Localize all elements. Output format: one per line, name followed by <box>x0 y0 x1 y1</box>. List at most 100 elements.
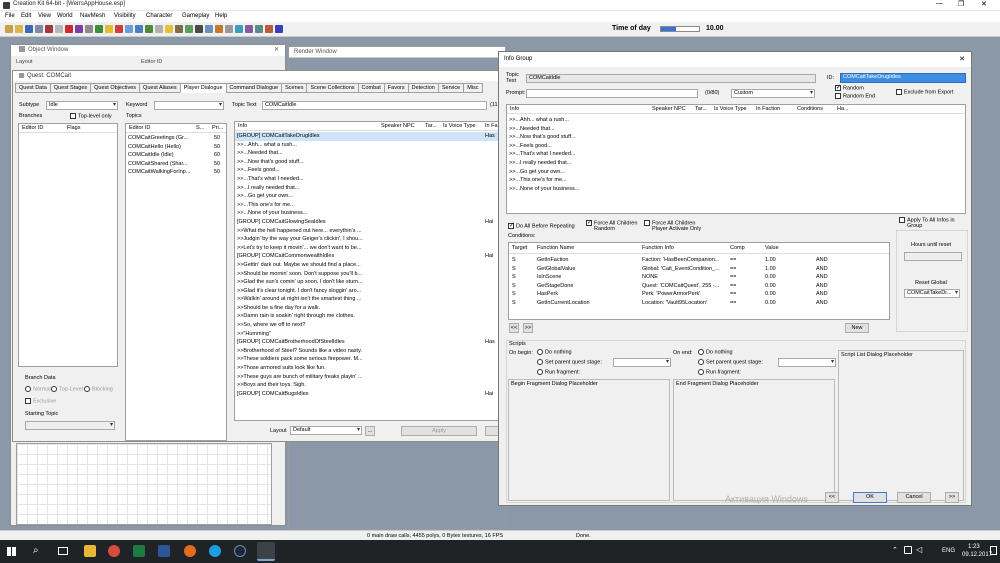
branch-blocking-radio[interactable]: Blocking <box>84 386 113 392</box>
condition-row[interactable]: S GetStageDone Quest: 'COMCaitQuest', 255 … <box>509 282 889 291</box>
layout-select[interactable]: Default <box>290 426 362 435</box>
menu-gameplay[interactable]: Gameplay <box>182 11 209 22</box>
clock-time[interactable]: 1:23 <box>968 544 980 550</box>
ig-info-row[interactable]: >>...Ahh... what a rush... <box>507 116 965 125</box>
info-row[interactable]: >>Let's try to keep it movin'... we don'… <box>235 244 499 253</box>
ig-next-info-button[interactable]: >> <box>945 492 959 503</box>
render-icon[interactable] <box>205 25 213 33</box>
info-row[interactable]: [GROUP] COMCaitBrotherhoodOfSteelIdles Ha… <box>235 338 499 347</box>
cond-prev-button[interactable]: << <box>509 323 519 333</box>
begin-stage-select[interactable] <box>613 358 671 367</box>
info-row[interactable]: [GROUP] COMCaitBugsIdles Hai <box>235 390 499 399</box>
branches-col-editor-id[interactable]: Editor ID <box>22 124 43 133</box>
link-icon[interactable] <box>95 25 103 33</box>
condition-row[interactable]: S GetGlobalValue Global: 'Cait_EventCondit… <box>509 265 889 274</box>
ig-random-checkbox[interactable]: ✓ Random <box>835 85 864 91</box>
info-row[interactable]: >>These guys are bunch of military freak… <box>235 373 499 382</box>
language-indicator[interactable]: ENG <box>942 548 955 554</box>
task-view-icon[interactable] <box>58 547 68 555</box>
branches-list[interactable]: Editor ID Flags <box>18 123 118 367</box>
maximize-icon[interactable]: ❐ <box>958 0 964 8</box>
info-row[interactable]: >>Those armored suits look like fun. <box>235 364 499 373</box>
topic-text-input[interactable]: COMCaitIdle <box>262 101 487 110</box>
save-icon[interactable] <box>25 25 33 33</box>
branch-normal-radio[interactable]: Normal <box>25 386 51 392</box>
tab-service[interactable]: Service <box>437 83 465 93</box>
menu-view[interactable]: View <box>38 11 51 22</box>
object-window-close-icon[interactable]: ✕ <box>274 45 279 56</box>
close-icon[interactable]: ✕ <box>981 0 987 8</box>
script-icon[interactable] <box>215 25 223 33</box>
ig-col-conditions[interactable]: Conditions <box>797 105 823 114</box>
menu-file[interactable]: File <box>5 11 15 22</box>
cond-col-function-info[interactable]: Function Info <box>642 243 674 254</box>
tab-quest-objectives[interactable]: Quest Objectives <box>90 83 141 93</box>
info-row[interactable]: >>Brotherhood of Steel? Sounds like a vi… <box>235 347 499 356</box>
cond-new-button[interactable]: New <box>845 323 869 333</box>
menu-world[interactable]: World <box>57 11 73 22</box>
tree-icon[interactable] <box>145 25 153 33</box>
ig-info-row[interactable]: >>...This one's for me... <box>507 176 965 185</box>
info-row[interactable]: >>...Go get your own... <box>235 192 499 201</box>
ig-info-row[interactable]: >>...I really needed that... <box>507 159 965 168</box>
tab-favors[interactable]: Favors <box>383 83 409 93</box>
tab-scenes[interactable]: Scenes <box>281 83 308 93</box>
ig-info-row[interactable]: >>...Go get your own... <box>507 168 965 177</box>
animation-icon[interactable] <box>275 25 283 33</box>
info-row[interactable]: >>Judgin' by the way your Geiger's click… <box>235 235 499 244</box>
info-row[interactable]: >>...None of your business... <box>235 209 499 218</box>
camera-icon[interactable] <box>195 25 203 33</box>
ig-info-row[interactable]: >>...Feels good... <box>507 142 965 151</box>
grid-icon[interactable] <box>65 25 73 33</box>
tab-scene-collections[interactable]: Scene Collections <box>306 83 359 93</box>
ig-apply-all-checkbox[interactable]: Apply To All Infos in Group <box>899 217 955 229</box>
rotate-icon[interactable] <box>85 25 93 33</box>
cond-col-function-name[interactable]: Function Name <box>537 243 574 254</box>
chrome-icon[interactable] <box>108 545 120 557</box>
cond-col-value[interactable]: Value <box>765 243 779 254</box>
tab-quest-aliases[interactable]: Quest Aliases <box>139 83 181 93</box>
skype-icon[interactable] <box>209 545 221 557</box>
condition-row[interactable]: S IsInScene NONE == 0.00 AND <box>509 273 889 282</box>
ig-prev-info-button[interactable]: << <box>825 492 839 503</box>
info-col-target[interactable]: Tar... <box>425 122 437 131</box>
menu-help[interactable]: Help <box>215 11 227 22</box>
minimize-icon[interactable]: — <box>936 0 943 7</box>
ig-id-input[interactable]: COMCaitTakeDrugIdles <box>840 73 966 83</box>
notifications-icon[interactable] <box>990 546 997 555</box>
ig-col-target[interactable]: Tar... <box>695 105 707 114</box>
topic-row[interactable]: COMCaitIdle (Idle) 60 <box>126 151 226 160</box>
begin-do-nothing-radio[interactable]: Do nothing <box>537 349 572 355</box>
topics-col-priority[interactable]: Pri... <box>212 124 223 133</box>
begin-run-fragment-radio[interactable]: Run fragment: <box>537 369 580 375</box>
occlusion-icon[interactable] <box>245 25 253 33</box>
branch-toplevel-radio[interactable]: Top-Level <box>51 386 83 392</box>
topics-col-s[interactable]: S... <box>196 124 204 133</box>
ig-force-activate-checkbox[interactable]: Force All Children Player Activate Only <box>644 220 701 232</box>
ig-random-end-checkbox[interactable]: Random End <box>835 93 875 99</box>
end-fragment-placeholder[interactable]: End Fragment Dialog Placeholder <box>673 379 835 501</box>
tab-detection[interactable]: Detection <box>407 83 439 93</box>
cond-next-button[interactable]: >> <box>523 323 533 333</box>
info-row[interactable]: >>Damn rain is soakin' right through me … <box>235 312 499 321</box>
ig-exclude-export-checkbox[interactable]: Exclude from Export <box>896 89 954 95</box>
ig-info-row[interactable]: >>...That's what I needed... <box>507 150 965 159</box>
new-icon[interactable] <box>5 25 13 33</box>
topic-row[interactable]: COMCaitHello (Hello) 50 <box>126 143 226 152</box>
info-group-close-icon[interactable]: ✕ <box>959 52 965 67</box>
quest-extra-button[interactable] <box>485 426 499 436</box>
info-row[interactable]: [GROUP] COMCaitTakeDrugIdles Has <box>235 132 499 141</box>
ig-info-row[interactable]: >>...None of your business... <box>507 185 965 194</box>
info-row[interactable]: >>Boys and their toys. Sigh. <box>235 381 499 390</box>
ig-col-info[interactable]: Info <box>510 105 519 114</box>
room-icon[interactable] <box>225 25 233 33</box>
cancel-button[interactable]: Cancel <box>897 492 931 503</box>
navmesh-icon[interactable] <box>185 25 193 33</box>
ig-info-row[interactable]: >>...Now that's good stuff... <box>507 133 965 142</box>
ig-prompt-input[interactable] <box>526 89 698 98</box>
info-row[interactable]: [GROUP] COMCaitGlowingSeaIdles Hai <box>235 218 499 227</box>
info-row[interactable]: >>...I really needed that... <box>235 184 499 193</box>
apply-button[interactable]: Apply <box>401 426 477 436</box>
begin-set-parent-radio[interactable]: Set parent quest stage: <box>537 359 602 365</box>
water-icon[interactable] <box>135 25 143 33</box>
